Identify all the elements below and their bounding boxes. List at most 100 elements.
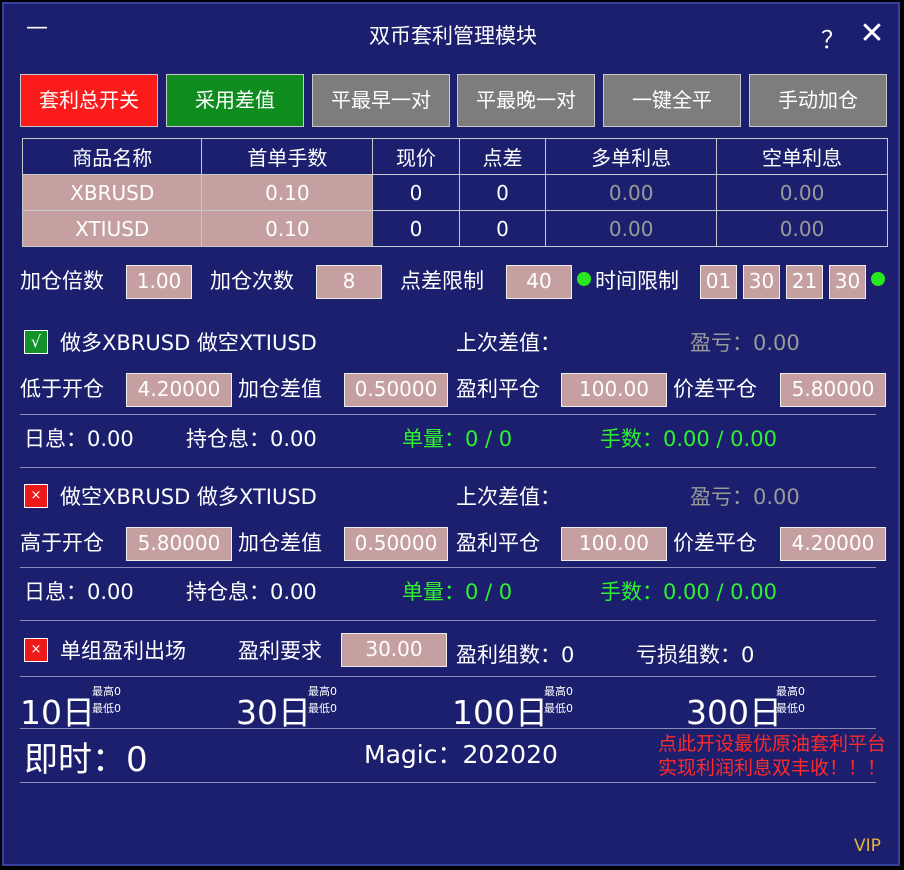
- stats-300-day-low: 最低0: [776, 702, 805, 715]
- close-all-button[interactable]: 一键全平: [603, 74, 741, 127]
- symbol-name-input[interactable]: XBRUSD: [21, 174, 203, 211]
- divider: [20, 567, 876, 568]
- divider: [20, 620, 876, 621]
- time-end-minute-input[interactable]: 30: [829, 265, 866, 299]
- long-spread-close-input[interactable]: 5.80000: [780, 373, 886, 407]
- divider: [20, 676, 876, 677]
- header-first-lots: 首单手数: [201, 138, 374, 175]
- vip-badge: VIP: [854, 836, 881, 856]
- divider: [20, 728, 876, 729]
- short-swap-cell: 0.00: [716, 210, 888, 247]
- long-open-label: 低于开仓: [20, 377, 104, 401]
- spread-cell: 0: [458, 210, 547, 247]
- price-cell: 0: [372, 210, 460, 247]
- use-difference-button[interactable]: 采用差值: [166, 74, 304, 127]
- time-start-minute-input[interactable]: 30: [743, 265, 780, 299]
- long-swap-cell: 0.00: [545, 174, 718, 211]
- long-pnl-label: 盈亏：0.00: [690, 331, 800, 355]
- short-order-count: 单量：0 / 0: [402, 580, 513, 604]
- magic-number: Magic：202020: [364, 740, 558, 769]
- short-open-input[interactable]: 5.80000: [126, 527, 232, 561]
- time-start-hour-input[interactable]: 01: [700, 265, 737, 299]
- stats-30-day: 30日: [236, 693, 311, 732]
- long-swap-cell: 0.00: [545, 210, 718, 247]
- long-holding-interest: 持仓息：0.00: [186, 427, 317, 451]
- short-group-checkbox[interactable]: ×: [24, 484, 48, 508]
- time-end-hour-input[interactable]: 21: [786, 265, 823, 299]
- first-lots-input[interactable]: 0.10: [201, 210, 374, 247]
- help-button[interactable]: ？: [820, 20, 846, 54]
- header-spread: 点差: [458, 138, 547, 175]
- table-row: XBRUSD 0.10 0 0 0.00 0.00: [21, 174, 888, 211]
- long-group-title: 做多XBRUSD 做空XTIUSD: [60, 331, 317, 355]
- window-title: 双币套利管理模块: [369, 24, 537, 48]
- first-lots-input[interactable]: 0.10: [201, 174, 374, 211]
- short-last-diff-label: 上次差值：: [456, 485, 561, 509]
- long-add-diff-input[interactable]: 0.50000: [344, 373, 448, 407]
- short-pnl-label: 盈亏：0.00: [690, 485, 800, 509]
- short-add-diff-input[interactable]: 0.50000: [344, 527, 448, 561]
- close-button[interactable]: ✕: [856, 18, 888, 50]
- table-row: XTIUSD 0.10 0 0 0.00 0.00: [21, 210, 888, 247]
- symbol-name-input[interactable]: XTIUSD: [21, 210, 203, 247]
- short-swap-cell: 0.00: [716, 174, 888, 211]
- ad-line-2: 实现利润利息双丰收！！！: [657, 757, 886, 779]
- stats-100-day-high: 最高0: [544, 685, 573, 698]
- long-daily-interest: 日息：0.00: [24, 427, 134, 451]
- divider: [20, 782, 876, 783]
- long-add-diff-label: 加仓差值: [238, 377, 322, 401]
- add-multiplier-input[interactable]: 1.00: [126, 265, 192, 299]
- short-group-title: 做空XBRUSD 做多XTIUSD: [60, 485, 317, 509]
- short-profit-close-input[interactable]: 100.00: [561, 527, 667, 561]
- profit-requirement-label: 盈利要求: [238, 639, 322, 663]
- long-spread-close-label: 价差平仓: [673, 377, 757, 401]
- short-spread-close-input[interactable]: 4.20000: [780, 527, 886, 561]
- spread-limit-label: 点差限制: [400, 269, 484, 293]
- short-spread-close-label: 价差平仓: [673, 531, 757, 555]
- add-multiplier-label: 加仓倍数: [20, 269, 104, 293]
- arbitrage-master-switch-button[interactable]: 套利总开关: [20, 74, 158, 127]
- table-header-row: 商品名称 首单手数 现价 点差 多单利息 空单利息: [21, 138, 888, 175]
- short-holding-interest: 持仓息：0.00: [186, 580, 317, 604]
- ad-line-1: 点此开设最优原油套利平台: [657, 733, 886, 755]
- long-open-input[interactable]: 4.20000: [126, 373, 232, 407]
- realtime-profit: 即时：0: [24, 740, 148, 780]
- stats-10-day-high: 最高0: [92, 685, 121, 698]
- header-symbol-name: 商品名称: [21, 138, 203, 175]
- stats-10-day-low: 最低0: [92, 702, 121, 715]
- broker-ad-link[interactable]: 点此开设最优原油套利平台 实现利润利息双丰收！！！: [564, 732, 886, 780]
- add-count-input[interactable]: 8: [316, 265, 382, 299]
- divider: [20, 414, 876, 415]
- long-order-count: 单量：0 / 0: [402, 427, 513, 451]
- arbitrage-panel-window: — 双币套利管理模块 ？ ✕ 套利总开关 采用差值 平最早一对 平最晚一对 一键…: [2, 2, 900, 866]
- short-daily-interest: 日息：0.00: [24, 580, 134, 604]
- stats-100-day-low: 最低0: [544, 702, 573, 715]
- group-exit-label: 单组盈利出场: [60, 639, 186, 663]
- spread-cell: 0: [458, 174, 547, 211]
- add-count-label: 加仓次数: [210, 269, 294, 293]
- long-profit-close-label: 盈利平仓: [456, 377, 540, 401]
- stats-300-day: 300日: [686, 693, 782, 732]
- loss-group-count: 亏损组数：0: [636, 643, 755, 667]
- long-lot-size: 手数：0.00 / 0.00: [600, 427, 777, 451]
- stats-30-day-high: 最高0: [308, 685, 337, 698]
- stats-100-day: 100日: [452, 693, 548, 732]
- time-limit-label: 时间限制: [595, 269, 679, 293]
- symbol-table: 商品名称 首单手数 现价 点差 多单利息 空单利息 XBRUSD 0.10 0 …: [21, 138, 888, 247]
- long-group-checkbox[interactable]: √: [24, 330, 48, 354]
- spread-status-indicator: [577, 272, 591, 286]
- close-latest-pair-button[interactable]: 平最晚一对: [457, 74, 595, 127]
- profit-requirement-input[interactable]: 30.00: [341, 633, 447, 667]
- stats-30-day-low: 最低0: [308, 702, 337, 715]
- manual-add-position-button[interactable]: 手动加仓: [749, 74, 887, 127]
- stats-300-day-high: 最高0: [776, 685, 805, 698]
- short-lot-size: 手数：0.00 / 0.00: [600, 580, 777, 604]
- long-profit-close-input[interactable]: 100.00: [561, 373, 667, 407]
- stats-10-day: 10日: [20, 693, 95, 732]
- group-exit-checkbox[interactable]: ×: [24, 638, 48, 662]
- header-price: 现价: [372, 138, 460, 175]
- spread-limit-input[interactable]: 40: [506, 265, 572, 299]
- divider: [20, 467, 876, 468]
- time-status-indicator: [871, 272, 885, 286]
- close-earliest-pair-button[interactable]: 平最早一对: [312, 74, 450, 127]
